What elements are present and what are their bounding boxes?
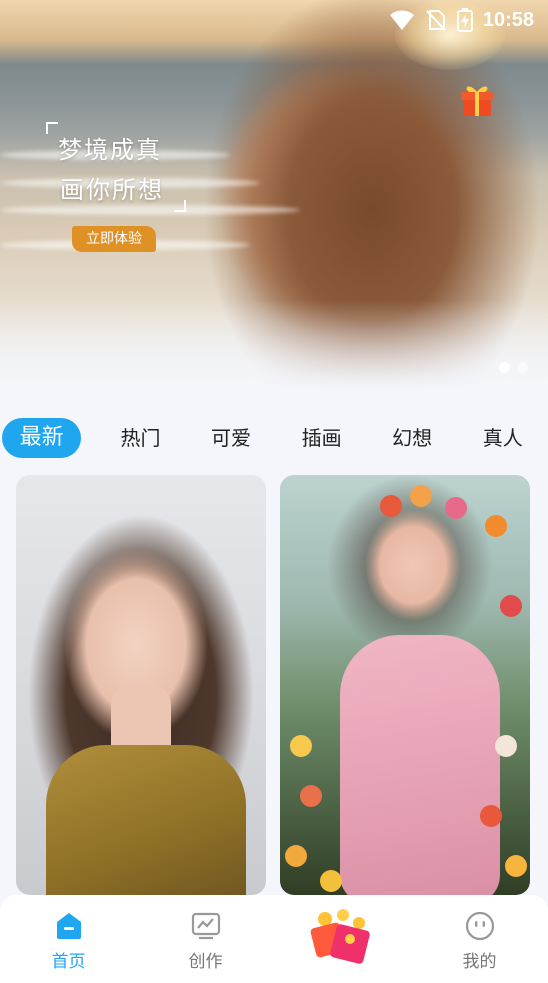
wifi-icon bbox=[389, 10, 414, 30]
red-envelope-icon bbox=[310, 909, 370, 964]
banner-page-indicator bbox=[499, 362, 528, 373]
slogan-line-1: 梦境成真 bbox=[58, 136, 162, 164]
hero-banner[interactable]: 梦境成真 画你所想 立即体验 bbox=[0, 0, 548, 400]
clock: 10:58 bbox=[482, 8, 534, 31]
page-dot[interactable] bbox=[517, 362, 528, 373]
no-sim-icon bbox=[426, 10, 446, 31]
nav-profile-label: 我的 bbox=[462, 952, 497, 972]
bottom-navigation: 首页 创作 我的 bbox=[0, 895, 548, 983]
feed-card-flower-girl[interactable] bbox=[280, 475, 530, 895]
category-tabs: 最新 热门 可爱 插画 幻想 真人 bbox=[0, 416, 548, 460]
page-dot-active[interactable] bbox=[499, 362, 510, 373]
nav-create-label: 创作 bbox=[188, 952, 223, 972]
nav-profile[interactable]: 我的 bbox=[411, 895, 548, 983]
create-icon bbox=[191, 912, 220, 940]
nav-home-label: 首页 bbox=[51, 952, 86, 972]
feed-card-portrait[interactable] bbox=[16, 475, 266, 895]
nav-home[interactable]: 首页 bbox=[0, 895, 137, 983]
battery-charging-icon bbox=[456, 8, 473, 32]
tab-fantasy[interactable]: 幻想 bbox=[367, 418, 458, 458]
tab-cute[interactable]: 可爱 bbox=[186, 418, 277, 458]
status-bar: 10:58 bbox=[0, 0, 548, 40]
banner-slogan: 梦境成真 画你所想 bbox=[46, 122, 186, 212]
home-screen: 梦境成真 画你所想 立即体验 10:58 最新 热门 可爱 插画 幻想 真人 首… bbox=[0, 0, 548, 983]
gift-icon[interactable] bbox=[457, 78, 497, 118]
tab-illustration[interactable]: 插画 bbox=[276, 418, 367, 458]
tab-hot[interactable]: 热门 bbox=[95, 418, 186, 458]
nav-rewards[interactable] bbox=[274, 895, 411, 983]
tab-real-person[interactable]: 真人 bbox=[457, 418, 548, 458]
try-now-button[interactable]: 立即体验 bbox=[72, 226, 156, 252]
profile-icon bbox=[465, 911, 494, 941]
slogan-line-2: 画你所想 bbox=[60, 176, 164, 204]
nav-create[interactable]: 创作 bbox=[137, 895, 274, 983]
tab-latest[interactable]: 最新 bbox=[2, 418, 82, 458]
home-icon bbox=[56, 913, 81, 939]
